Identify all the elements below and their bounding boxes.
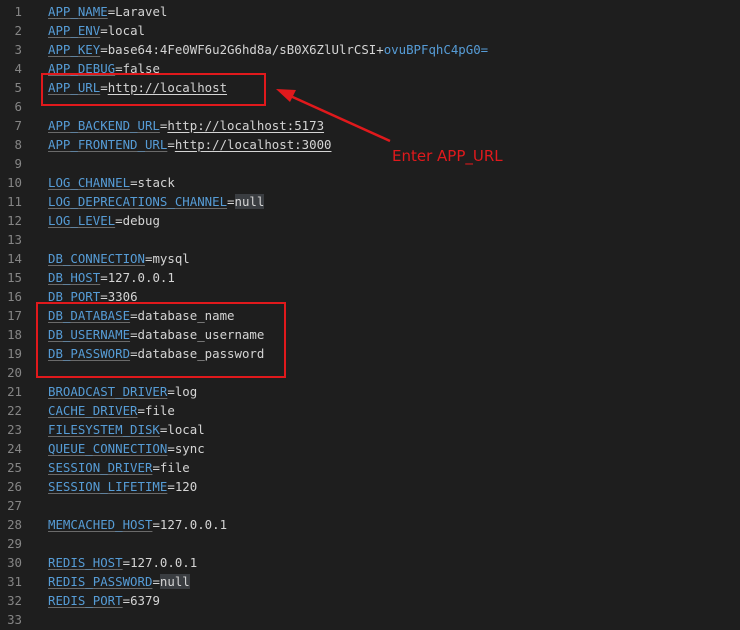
arrow-icon <box>276 89 391 143</box>
annotation-label: Enter APP_URL <box>392 147 503 165</box>
